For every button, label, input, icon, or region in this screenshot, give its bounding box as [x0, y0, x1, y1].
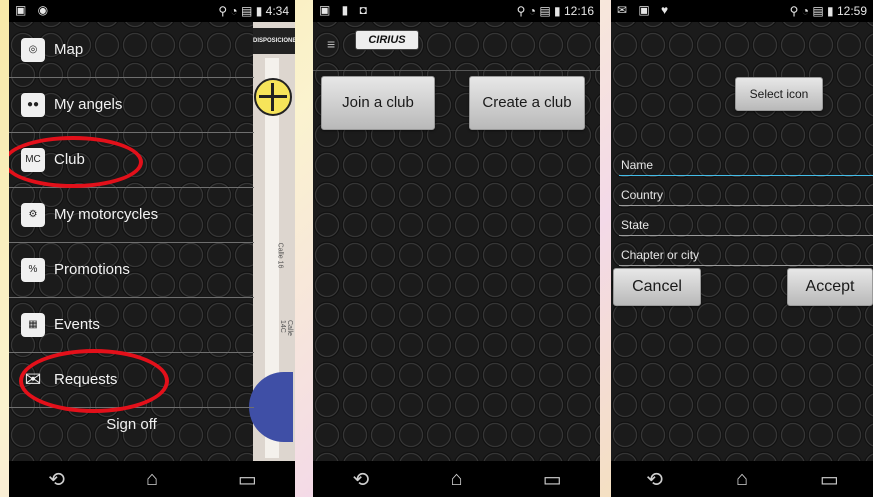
app-logo: CIRIUS — [355, 30, 419, 50]
chapter-city-placeholder: Chapter or city — [621, 248, 700, 262]
back-icon[interactable]: ⟲ — [341, 465, 381, 493]
status-right: ⚲ ◔ ▤ ▮ 4:34 — [218, 4, 289, 18]
club-highlight-circle — [9, 136, 143, 188]
map-background: DISPOSICIONE Calle 16 Calle 14C — [249, 22, 295, 462]
recents-icon[interactable]: ▭ — [227, 465, 267, 493]
clock: 12:16 — [563, 4, 594, 18]
state-field[interactable]: State — [619, 210, 873, 238]
map-street-label: Calle 14C — [279, 320, 293, 336]
android-nav-bar: ⟲ ⌂ ▭ — [611, 461, 873, 497]
status-right: ⚲ ◔ ▤ ▮ 12:16 — [517, 4, 594, 18]
map-ad-banner: DISPOSICIONE — [253, 28, 295, 54]
menu-item-events[interactable]: ▦ Events — [9, 297, 254, 353]
state-placeholder: State — [621, 218, 650, 232]
requests-highlight-circle — [19, 349, 169, 413]
map-user-marker[interactable] — [249, 372, 293, 442]
name-placeholder: Name — [621, 158, 654, 172]
menu-item-my-motorcycles[interactable]: ⚙ My motorcycles — [9, 187, 254, 243]
home-icon[interactable]: ⌂ — [436, 465, 476, 493]
accept-button[interactable]: Accept — [787, 268, 873, 306]
status-bar: ▣ ▮ ◘ ⚲ ◔ ▤ ▮ 12:16 — [313, 0, 600, 22]
recents-icon[interactable]: ▭ — [809, 465, 849, 493]
menu-item-label: Map — [54, 41, 84, 58]
cancel-button[interactable]: Cancel — [613, 268, 701, 306]
divider — [313, 70, 600, 71]
calendar-icon: ▦ — [21, 312, 45, 337]
status-icons: ⚲ ◔ ▤ ▮ — [516, 4, 564, 18]
menu-item-label: My angels — [54, 96, 123, 113]
notification-icons: ▣ ◉ — [15, 3, 53, 17]
android-nav-bar: ⟲ ⌂ ▭ — [313, 461, 600, 497]
country-placeholder: Country — [621, 188, 664, 202]
back-icon[interactable]: ⟲ — [635, 465, 675, 493]
notification-icons: ▣ ▮ ◘ — [319, 3, 371, 17]
sign-off-button[interactable]: Sign off — [9, 416, 254, 433]
map-pin-icon: ◎ — [21, 37, 45, 62]
menu-item-promotions[interactable]: % Promotions — [9, 242, 254, 298]
notification-icons: ✉ ▣ ♥ — [617, 3, 673, 17]
menu-item-map[interactable]: ◎ Map — [9, 22, 254, 78]
select-icon-button[interactable]: Select icon — [735, 77, 823, 111]
status-icons: ⚲ ◔ ▤ ▮ — [218, 4, 266, 18]
clock: 12:59 — [836, 4, 867, 18]
menu-item-label: Events — [54, 316, 100, 333]
back-icon[interactable]: ⟲ — [37, 465, 77, 493]
status-icons: ⚲ ◔ ▤ ▮ — [789, 4, 837, 18]
chapter-city-field[interactable]: Chapter or city — [619, 240, 873, 268]
home-icon[interactable]: ⌂ — [132, 465, 172, 493]
menu-item-label: Promotions — [54, 261, 130, 278]
phone-screen-menu: ▣ ◉ ⚲ ◔ ▤ ▮ 4:34 DISPOSICIONE Calle 16 C… — [9, 0, 295, 497]
join-club-button[interactable]: Join a club — [321, 76, 435, 130]
menu-item-my-angels[interactable]: ●● My angels — [9, 77, 254, 133]
android-nav-bar: ⟲ ⌂ ▭ — [9, 461, 295, 497]
phone-screen-club: ▣ ▮ ◘ ⚲ ◔ ▤ ▮ 12:16 ≡ CIRIUS Join a club… — [313, 0, 600, 497]
map-street-label: Calle 16 — [276, 242, 284, 269]
home-icon[interactable]: ⌂ — [722, 465, 762, 493]
action-bar: ≡ CIRIUS — [313, 22, 600, 70]
field-underline — [619, 235, 873, 236]
field-underline — [619, 205, 873, 206]
map-target-icon[interactable] — [254, 78, 292, 116]
discount-tag-icon: % — [21, 257, 45, 282]
field-underline — [619, 265, 873, 266]
clock: 4:34 — [265, 4, 289, 18]
field-underline — [619, 175, 873, 176]
people-icon: ●● — [21, 92, 45, 117]
name-field[interactable]: Name — [619, 150, 873, 178]
phone-screen-create-club: ✉ ▣ ♥ ⚲ ◔ ▤ ▮ 12:59 Select icon Name Cou… — [611, 0, 873, 497]
status-bar: ✉ ▣ ♥ ⚲ ◔ ▤ ▮ 12:59 — [611, 0, 873, 22]
drawer-menu-icon[interactable]: ≡ — [327, 36, 335, 52]
motorcycle-icon: ⚙ — [21, 202, 45, 227]
recents-icon[interactable]: ▭ — [532, 465, 572, 493]
status-right: ⚲ ◔ ▤ ▮ 12:59 — [790, 4, 867, 18]
country-field[interactable]: Country — [619, 180, 873, 208]
status-bar: ▣ ◉ ⚲ ◔ ▤ ▮ 4:34 — [9, 0, 295, 22]
create-club-button[interactable]: Create a club — [469, 76, 585, 130]
menu-item-label: My motorcycles — [54, 206, 159, 223]
